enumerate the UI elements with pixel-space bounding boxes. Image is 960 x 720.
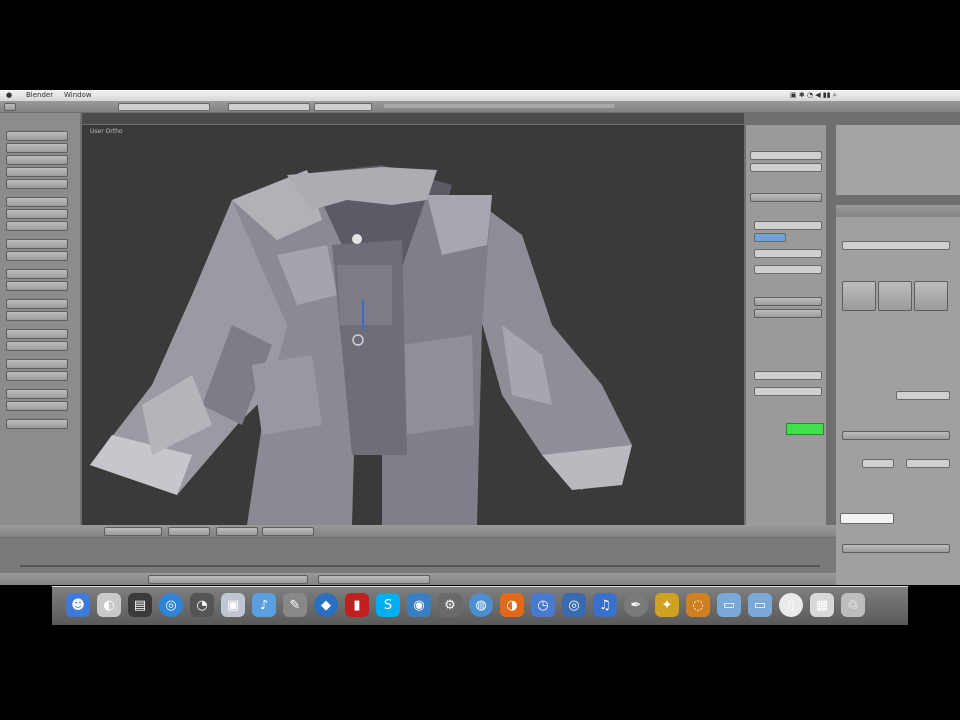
globe-icon[interactable]: ◉: [407, 593, 431, 617]
tool-button[interactable]: [6, 143, 68, 153]
tool-button[interactable]: [6, 167, 68, 177]
trash-icon[interactable]: ♲: [841, 593, 865, 617]
finder-icon[interactable]: ☻: [66, 593, 90, 617]
safari-icon[interactable]: ◎: [159, 593, 183, 617]
tool-button[interactable]: [6, 299, 68, 309]
timemachine-icon[interactable]: ◔: [190, 593, 214, 617]
object-name-field[interactable]: [842, 241, 950, 250]
properties-n-panel: [746, 125, 826, 525]
folder-icon[interactable]: ▭: [717, 593, 741, 617]
earth-icon[interactable]: ◍: [469, 593, 493, 617]
frame-controls[interactable]: [318, 575, 430, 584]
itunes-icon[interactable]: ♪: [252, 593, 276, 617]
outliner[interactable]: [836, 125, 960, 195]
prop-button[interactable]: [842, 544, 950, 553]
prop-button[interactable]: [842, 281, 876, 311]
n-panel-field[interactable]: [750, 163, 822, 172]
tool-shelf-rows: [0, 113, 80, 525]
pen-icon[interactable]: ✒: [624, 593, 648, 617]
properties-tabs: [836, 205, 960, 217]
status-icons: ▣ ✱ ◔ ◀ ▮▮ ⌕: [790, 91, 837, 99]
scene-selector[interactable]: [228, 103, 310, 111]
skype-icon[interactable]: S: [376, 593, 400, 617]
n-panel-field[interactable]: [754, 221, 822, 230]
shading-button[interactable]: [168, 527, 210, 536]
tool-button[interactable]: [6, 329, 68, 339]
viewport-topbar: [82, 113, 744, 124]
clock-icon[interactable]: ◷: [531, 593, 555, 617]
n-panel-button[interactable]: [754, 309, 822, 318]
timeline-ruler: [20, 565, 820, 567]
render-engine-selector[interactable]: [314, 103, 372, 111]
prop-field[interactable]: [906, 459, 950, 468]
tool-button[interactable]: [6, 131, 68, 141]
prop-button[interactable]: [878, 281, 912, 311]
tool-button[interactable]: [6, 197, 68, 207]
document-icon[interactable]: ▯: [779, 593, 803, 617]
utility-icon[interactable]: ⚙: [438, 593, 462, 617]
3d-viewport[interactable]: User Ortho: [82, 125, 744, 525]
tool-button[interactable]: [6, 371, 68, 381]
disc-icon[interactable]: ◌: [686, 593, 710, 617]
screenshot-icon[interactable]: ▦: [810, 593, 834, 617]
prop-field-white[interactable]: [840, 513, 894, 524]
tools-icon[interactable]: ✎: [283, 593, 307, 617]
properties-editor: [836, 217, 960, 585]
system-icon[interactable]: ◐: [97, 593, 121, 617]
prop-button[interactable]: [914, 281, 948, 311]
tool-button[interactable]: [6, 359, 68, 369]
tool-button[interactable]: [6, 179, 68, 189]
preview-icon[interactable]: ▣: [221, 593, 245, 617]
blender-window: User Ortho: [0, 101, 960, 585]
book-icon[interactable]: ▮: [345, 593, 369, 617]
screen-selector[interactable]: [118, 103, 210, 111]
menubar-item-blender[interactable]: Blender: [26, 91, 53, 99]
n-panel-button[interactable]: [754, 297, 822, 306]
n-panel-field[interactable]: [754, 371, 822, 380]
jacket-mesh: [90, 165, 632, 525]
tool-button[interactable]: [6, 311, 68, 321]
tool-button[interactable]: [6, 221, 68, 231]
n-panel-field[interactable]: [750, 151, 822, 160]
color-swatch-green[interactable]: [786, 423, 824, 435]
playback-button[interactable]: [148, 575, 308, 584]
tool-button[interactable]: [6, 209, 68, 219]
view-menu-button[interactable]: [104, 527, 162, 536]
n-panel-field[interactable]: [754, 387, 822, 396]
apple-icon[interactable]: ●: [6, 91, 12, 99]
tool-button[interactable]: [6, 251, 68, 261]
tool-button[interactable]: [6, 419, 68, 429]
n-panel-field[interactable]: [754, 249, 822, 258]
itunes-note-icon[interactable]: ♫: [593, 593, 617, 617]
firefox-icon[interactable]: ◑: [500, 593, 524, 617]
tool-button[interactable]: [6, 281, 68, 291]
mac-dock: ☻ ◐ ▤ ◎ ◔ ▣ ♪ ✎ ◆ ▮ S ◉ ⚙ ◍ ◑ ◷ ◎ ♫ ✒ ✦ ◌ ▭ ▭ ▯ ▦ ♲: [52, 586, 908, 625]
n-panel-field-active[interactable]: [754, 233, 786, 242]
editor-type-button[interactable]: [4, 103, 16, 111]
prop-field[interactable]: [896, 391, 950, 400]
prop-button[interactable]: [842, 431, 950, 440]
pivot-button[interactable]: [216, 527, 258, 536]
menubar-item-window[interactable]: Window: [64, 91, 92, 99]
prop-field[interactable]: [862, 459, 894, 468]
n-panel-button[interactable]: [750, 193, 822, 202]
app-icon[interactable]: ◆: [314, 593, 338, 617]
tool-button[interactable]: [6, 269, 68, 279]
layer-buttons[interactable]: [262, 527, 314, 536]
terminal-icon[interactable]: ▤: [128, 593, 152, 617]
tool-button[interactable]: [6, 401, 68, 411]
tool-button[interactable]: [6, 341, 68, 351]
folder-icon-2[interactable]: ▭: [748, 593, 772, 617]
tool-button[interactable]: [6, 239, 68, 249]
tool-button[interactable]: [6, 155, 68, 165]
timeline[interactable]: [0, 538, 836, 573]
media-icon[interactable]: ◎: [562, 593, 586, 617]
star-icon[interactable]: ✦: [655, 593, 679, 617]
tool-button[interactable]: [6, 389, 68, 399]
info-bar: [384, 104, 614, 108]
n-panel-field[interactable]: [754, 265, 822, 274]
